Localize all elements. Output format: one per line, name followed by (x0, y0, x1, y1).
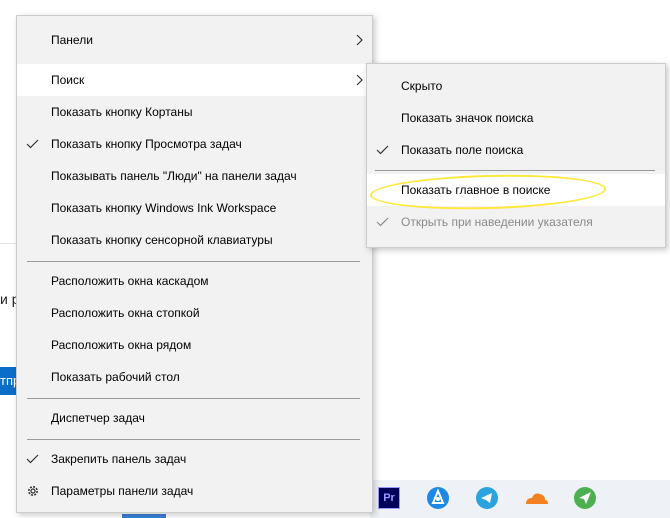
menu-item-label: Панели (51, 33, 93, 47)
menu-item-label: Поиск (51, 73, 85, 87)
menu-item-label: Показать значок поиска (401, 111, 534, 125)
submenu-item-show-search-icon[interactable]: Показать значок поиска (367, 102, 665, 134)
telegram-icon[interactable] (474, 485, 500, 511)
menu-item-show-cortana[interactable]: Показать кнопку Кортаны (17, 96, 372, 128)
menu-item-show-touch-keyboard[interactable]: Показать кнопку сенсорной клавиатуры (17, 224, 372, 256)
menu-separator (375, 170, 655, 171)
checkmark-icon (376, 134, 390, 166)
menu-item-label: Скрыто (401, 79, 443, 93)
menu-item-label: Расположить окна стопкой (51, 306, 200, 320)
menu-item-label: Диспетчер задач (51, 411, 145, 425)
menu-item-label: Показать рабочий стол (51, 370, 180, 384)
submenu-item-show-search-box[interactable]: Показать поле поиска (367, 134, 665, 166)
menu-item-label: Показать поле поиска (401, 143, 524, 157)
taskbar (370, 480, 670, 518)
menu-item-task-manager[interactable]: Диспетчер задач (17, 402, 372, 434)
menu-item-label: Параметры панели задач (51, 484, 194, 498)
menu-item-show-task-view[interactable]: Показать кнопку Просмотра задач (17, 128, 372, 160)
menu-separator (27, 439, 360, 440)
menu-item-label: Показать кнопку Windows Ink Workspace (51, 201, 277, 215)
menu-item-cascade-windows[interactable]: Расположить окна каскадом (17, 265, 372, 297)
menu-item-show-desktop[interactable]: Показать рабочий стол (17, 361, 372, 393)
paper-plane-app-icon[interactable] (572, 485, 598, 511)
search-submenu: Скрыто Показать значок поиска Показать п… (366, 63, 666, 248)
menu-item-lock-taskbar[interactable]: Закрепить панель задач (17, 443, 372, 475)
menu-separator (27, 261, 360, 262)
checkmark-icon (376, 206, 390, 238)
menu-item-search[interactable]: Поиск (17, 64, 372, 96)
menu-item-label: Показывать панель "Люди" на панели задач (51, 169, 297, 183)
submenu-item-open-on-hover[interactable]: Открыть при наведении указателя (367, 206, 665, 238)
menu-item-label: Закрепить панель задач (51, 452, 187, 466)
menu-item-side-by-side-windows[interactable]: Расположить окна рядом (17, 329, 372, 361)
menu-item-label: Показать кнопку Просмотра задач (51, 137, 242, 151)
menu-item-label: Расположить окна рядом (51, 338, 192, 352)
blue-app-icon[interactable] (425, 485, 451, 511)
menu-item-show-ink-workspace[interactable]: Показать кнопку Windows Ink Workspace (17, 192, 372, 224)
checkmark-icon (26, 128, 40, 160)
menu-item-label: Показать кнопку Кортаны (51, 105, 193, 119)
checkmark-icon (26, 443, 40, 475)
gear-icon (26, 475, 40, 507)
submenu-item-hidden[interactable]: Скрыто (367, 70, 665, 102)
cloudflare-icon[interactable] (523, 485, 549, 511)
menu-item-taskbar-settings[interactable]: Параметры панели задач (17, 475, 372, 507)
menu-item-label: Показать кнопку сенсорной клавиатуры (51, 233, 273, 247)
menu-item-stack-windows[interactable]: Расположить окна стопкой (17, 297, 372, 329)
chevron-right-icon (356, 24, 364, 56)
menu-item-panels[interactable]: Панели (17, 24, 372, 56)
menu-item-label: Расположить окна каскадом (51, 274, 209, 288)
taskbar-active-indicator (122, 514, 166, 518)
menu-item-label: Открыть при наведении указателя (401, 215, 593, 229)
premiere-pro-icon[interactable]: Pr (376, 485, 402, 511)
premiere-pro-glyph: Pr (378, 487, 400, 509)
menu-item-show-people[interactable]: Показывать панель "Люди" на панели задач (17, 160, 372, 192)
taskbar-context-menu: Панели Поиск Показать кнопку Кортаны Пок… (16, 15, 373, 513)
chevron-right-icon (356, 64, 364, 96)
menu-separator (27, 398, 360, 399)
